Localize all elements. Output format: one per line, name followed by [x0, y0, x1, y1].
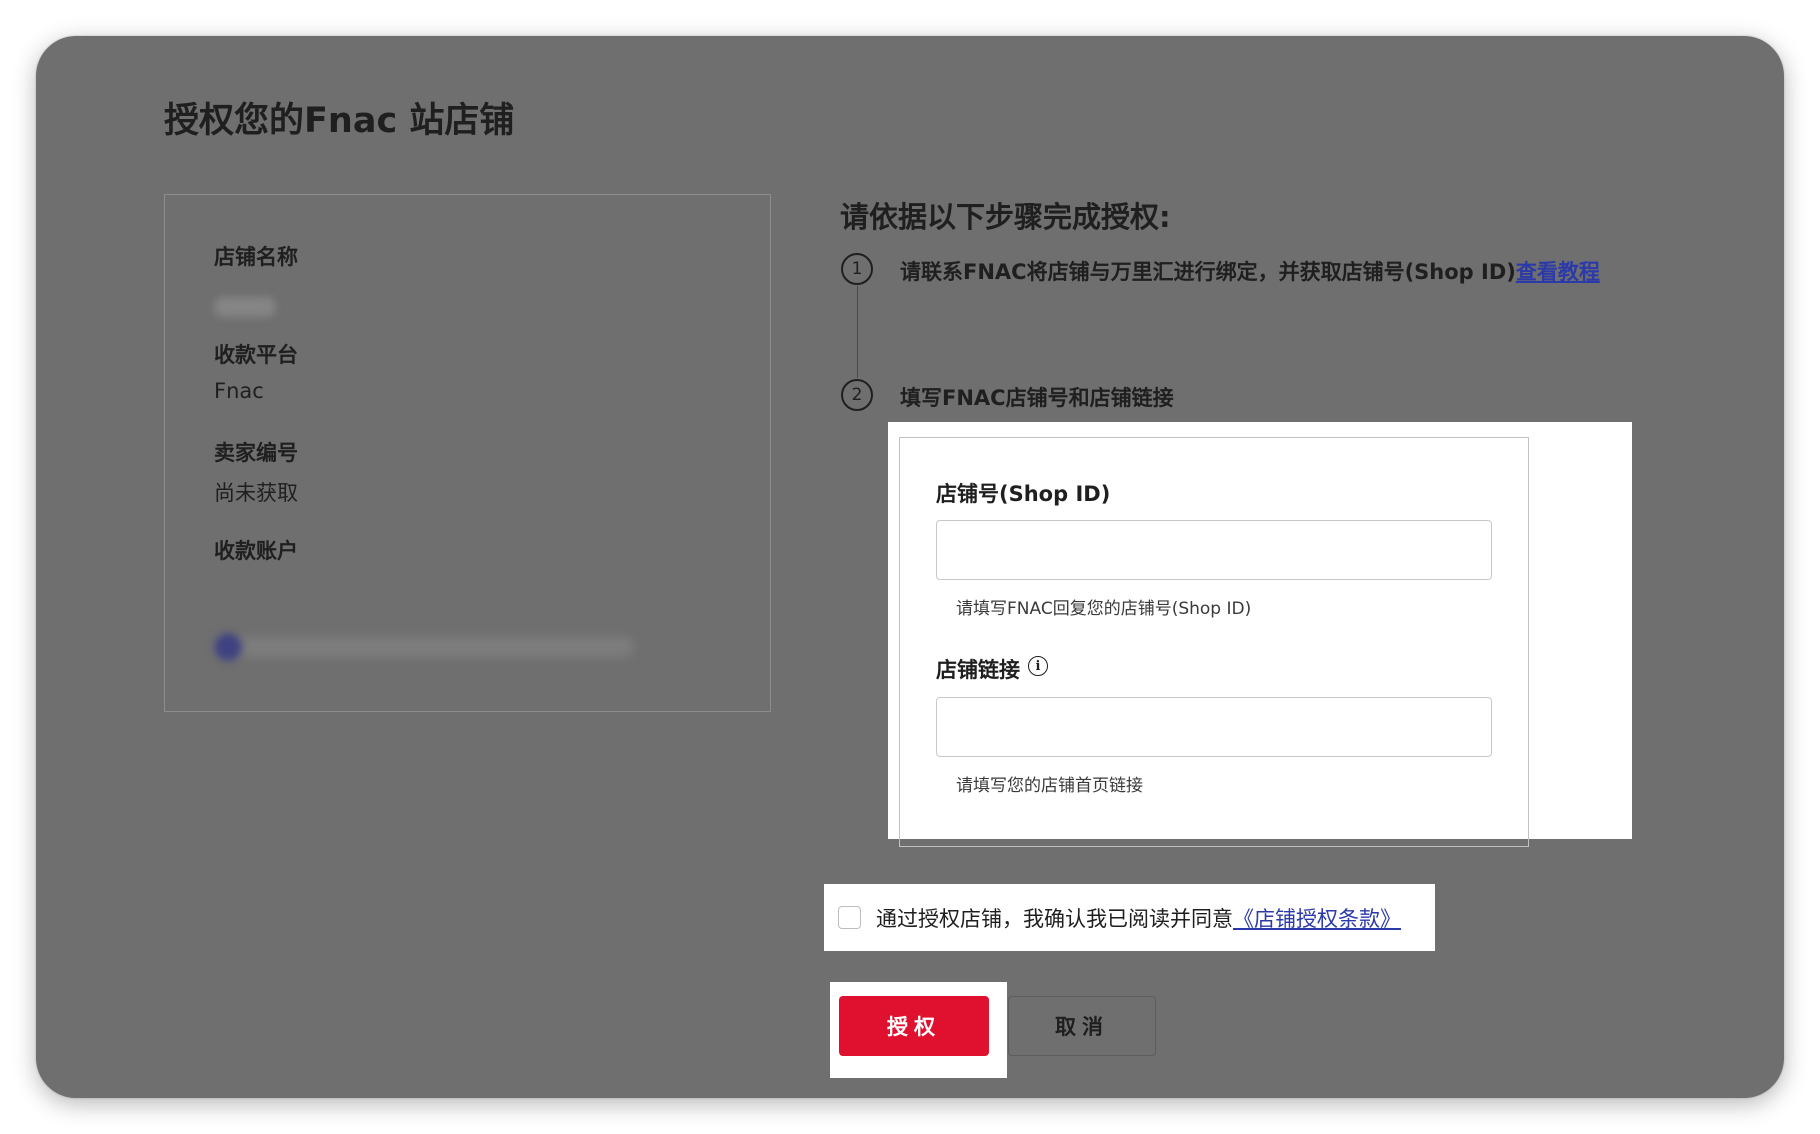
shop-id-input[interactable] — [936, 520, 1492, 580]
account-label: 收款账户 — [214, 539, 298, 563]
shop-id-label: 店铺号(Shop ID) — [936, 482, 1111, 506]
account-value-redacted — [214, 637, 634, 657]
shop-link-input[interactable] — [936, 697, 1492, 757]
shop-form: 店铺号(Shop ID) 请填写FNAC回复您的店铺号(Shop ID) 店铺链… — [899, 437, 1529, 847]
agreement-text: 通过授权店铺，我确认我已阅读并同意《店铺授权条款》 — [876, 903, 1401, 933]
shop-id-help: 请填写FNAC回复您的店铺号(Shop ID) — [956, 599, 1252, 619]
store-info-card: 店铺名称 收款平台 Fnac 卖家编号 尚未获取 收款账户 — [164, 194, 771, 712]
platform-value: Fnac — [214, 379, 264, 403]
cancel-button[interactable]: 取消 — [1008, 996, 1156, 1056]
agreement-row: 通过授权店铺，我确认我已阅读并同意《店铺授权条款》 — [824, 884, 1435, 951]
shop-link-label: 店铺链接 — [936, 658, 1020, 682]
step-1-description: 请联系FNAC将店铺与万里汇进行绑定，并获取店铺号(Shop ID) — [900, 260, 1516, 284]
page-title: 授权您的Fnac 站店铺 — [164, 101, 515, 141]
agreement-checkbox[interactable] — [838, 906, 861, 929]
store-name-value-redacted — [214, 297, 276, 317]
step-1-number: 1 — [841, 253, 873, 285]
account-avatar-redacted — [214, 633, 242, 661]
shop-link-help: 请填写您的店铺首页链接 — [956, 776, 1143, 796]
platform-label: 收款平台 — [214, 343, 298, 367]
agreement-statement: 通过授权店铺，我确认我已阅读并同意 — [876, 907, 1233, 931]
authorize-button[interactable]: 授权 — [839, 996, 989, 1056]
terms-link[interactable]: 《店铺授权条款》 — [1233, 907, 1401, 931]
steps-heading: 请依据以下步骤完成授权: — [840, 200, 1171, 234]
step-2-text: 填写FNAC店铺号和店铺链接 — [900, 386, 1174, 410]
view-tutorial-link[interactable]: 查看教程 — [1516, 260, 1600, 284]
store-name-label: 店铺名称 — [214, 245, 298, 269]
step-connector — [857, 286, 858, 378]
info-icon[interactable]: i — [1028, 656, 1048, 676]
step-2-number: 2 — [841, 379, 873, 411]
step-1-text: 请联系FNAC将店铺与万里汇进行绑定，并获取店铺号(Shop ID)查看教程 — [900, 256, 1600, 286]
seller-id-value: 尚未获取 — [214, 481, 298, 505]
seller-id-label: 卖家编号 — [214, 441, 298, 465]
